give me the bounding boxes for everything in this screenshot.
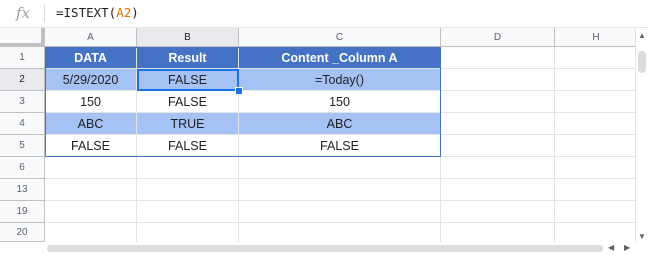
row-header-1[interactable]: 1 [0, 47, 45, 69]
gridline [238, 157, 239, 242]
column-header-d[interactable]: D [441, 28, 555, 47]
row-header-3[interactable]: 3 [0, 91, 45, 113]
formula-bar: fx =ISTEXT(A2) [0, 0, 648, 28]
table-cell[interactable]: ABC [239, 113, 441, 135]
table-cell[interactable]: 5/29/2020 [45, 69, 137, 91]
column-header-h[interactable]: H [555, 28, 638, 47]
table-header-content[interactable]: Content _Column A [239, 47, 441, 69]
table-cell[interactable]: ABC [45, 113, 137, 135]
empty-column-d [441, 47, 555, 242]
formula-reference: A2 [116, 5, 132, 20]
horizontal-scroll-thumb[interactable] [47, 245, 603, 252]
scroll-down-arrow-icon[interactable]: ▼ [638, 233, 646, 241]
table-cell[interactable]: 150 [45, 91, 137, 113]
vertical-scrollbar[interactable]: ▲ ▼ [635, 28, 648, 250]
row-header-2[interactable]: 2 [0, 69, 45, 91]
column-header-a[interactable]: A [45, 28, 137, 47]
scroll-left-arrow-icon[interactable]: ◀ [608, 244, 614, 252]
table-header-result[interactable]: Result [137, 47, 239, 69]
row-header-6[interactable]: 6 [0, 157, 45, 179]
empty-column-h [555, 47, 638, 242]
table-cell[interactable]: FALSE [137, 135, 239, 157]
table-cell[interactable]: 150 [239, 91, 441, 113]
row-header-13[interactable]: 13 [0, 179, 45, 201]
table-cell[interactable]: FALSE [137, 91, 239, 113]
spreadsheet-grid: A B C D H 1 2 3 4 5 6 13 19 20 DATA Resu… [0, 28, 638, 250]
selected-cell[interactable]: FALSE [137, 69, 239, 91]
column-header-b[interactable]: B [137, 28, 239, 47]
empty-rows [45, 157, 441, 242]
column-header-c[interactable]: C [239, 28, 441, 47]
table-cell[interactable]: FALSE [239, 135, 441, 157]
row-header-5[interactable]: 5 [0, 135, 45, 157]
row-header-4[interactable]: 4 [0, 113, 45, 135]
row-header-19[interactable]: 19 [0, 201, 45, 223]
formula-suffix: ) [131, 5, 139, 20]
table-cell[interactable]: FALSE [45, 135, 137, 157]
table-cell[interactable]: TRUE [137, 113, 239, 135]
select-all-corner[interactable] [0, 28, 45, 47]
formula-bar-divider [44, 5, 45, 22]
row-header-20[interactable]: 20 [0, 223, 45, 242]
horizontal-scrollbar[interactable]: ◀ ▶ [0, 242, 638, 254]
vertical-scroll-thumb[interactable] [638, 51, 646, 73]
fx-icon: fx [15, 4, 30, 22]
fill-handle[interactable] [235, 87, 243, 95]
scroll-right-arrow-icon[interactable]: ▶ [624, 244, 630, 252]
formula-prefix: =ISTEXT( [56, 5, 117, 20]
table-header-data[interactable]: DATA [45, 47, 137, 69]
table-cell[interactable]: =Today() [239, 69, 441, 91]
scroll-up-arrow-icon[interactable]: ▲ [638, 32, 646, 40]
formula-input[interactable]: =ISTEXT(A2) [56, 4, 139, 22]
gridline [136, 157, 137, 242]
gridline [440, 157, 441, 242]
